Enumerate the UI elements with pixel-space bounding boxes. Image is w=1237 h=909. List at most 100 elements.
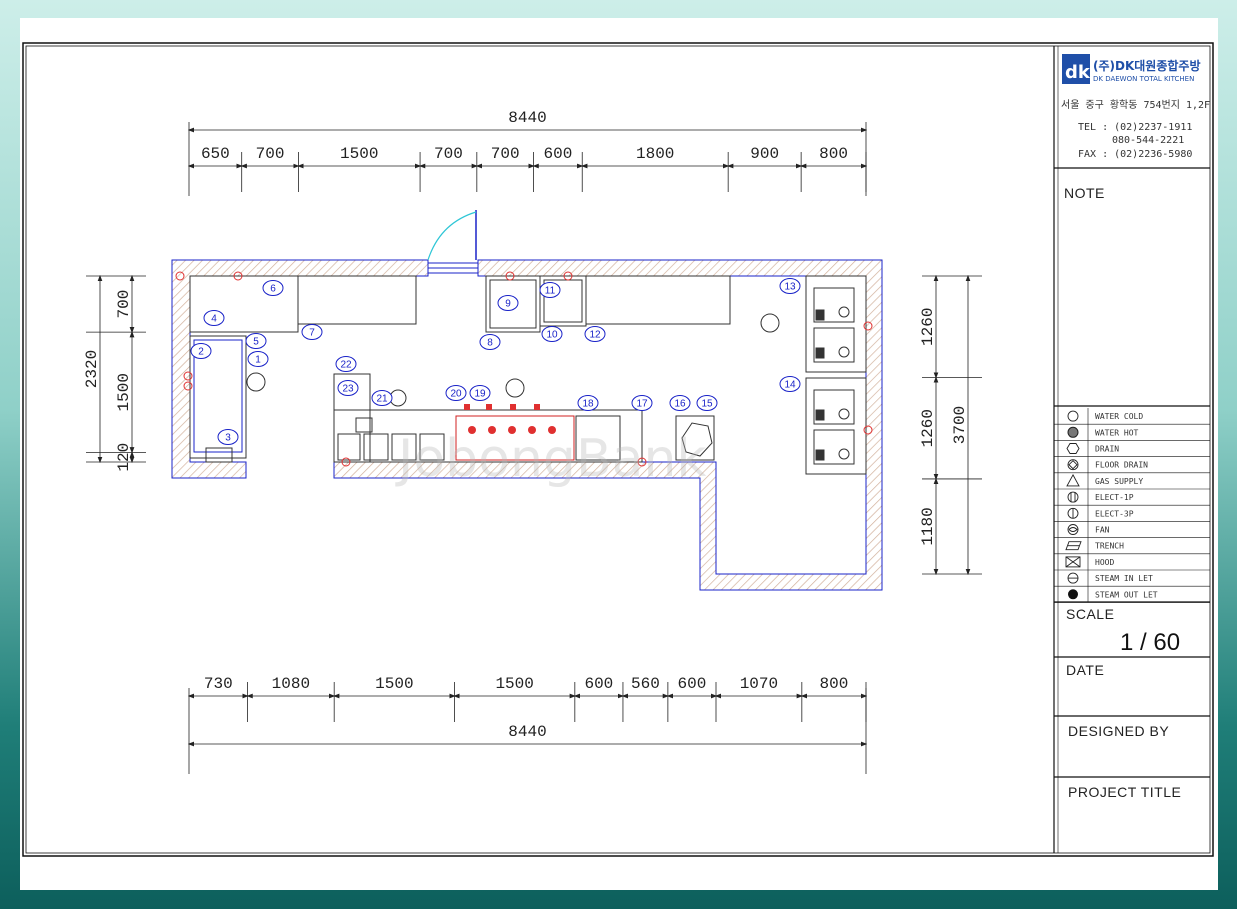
top-dimension-chain-segment: 700 <box>434 145 463 163</box>
bottom-dimension-chain-segment: 1070 <box>740 675 778 693</box>
company-fax: FAX : (02)2236-5980 <box>1078 149 1192 160</box>
fan-icon <box>1067 524 1079 535</box>
callout-20: 20 <box>445 385 467 401</box>
company-logo: dk (주)DK대원종합주방 DK DAEWON TOTAL KITCHEN <box>1062 54 1201 84</box>
legend: WATER COLD WATER HOT DRAIN FLOOR DRAIN GAS S… <box>1054 408 1210 603</box>
svg-text:6: 6 <box>270 284 276 295</box>
callout-13: 13 <box>779 278 801 294</box>
scale-label: SCALE <box>1066 606 1114 622</box>
left-dimension-chain: 700 1500 120 2320 <box>83 274 146 472</box>
callout-11: 11 <box>539 282 561 298</box>
top-dimension-chain: 650 700 1500 700 700 600 1800 900 800 8440 <box>187 109 868 196</box>
logo-mark: dk <box>1065 62 1091 83</box>
callout-4: 4 <box>203 310 225 326</box>
bottom-dimension-chain-segment: 600 <box>678 675 707 693</box>
legend-label: WATER HOT <box>1095 428 1139 437</box>
top-dimension-chain-segment: 700 <box>256 145 285 163</box>
callout-21: 21 <box>371 390 393 406</box>
stove-units <box>813 287 855 465</box>
legend-item: WATER HOT <box>1054 424 1210 441</box>
bottom-dimension-chain-segment: 730 <box>204 675 233 693</box>
svg-text:8: 8 <box>487 338 493 349</box>
legend-item: HOOD <box>1054 553 1210 571</box>
svg-text:22: 22 <box>340 360 352 371</box>
right-dimension-chain: 1260 1260 1180 3700 <box>919 274 982 576</box>
callout-23: 23 <box>337 380 359 396</box>
left-dimension-chain-segment: 1500 <box>115 373 133 411</box>
svg-text:17: 17 <box>636 399 648 410</box>
callout-22: 22 <box>335 356 357 372</box>
left-dimension-chain-segment: 120 <box>115 443 133 472</box>
callout-3: 3 <box>217 429 239 445</box>
filled-circle-icon <box>1068 589 1078 600</box>
legend-item: STEAM OUT LET <box>1054 586 1210 603</box>
circle-split-icon <box>1067 572 1079 584</box>
legend-label: ELECT-3P <box>1095 509 1134 518</box>
project-title-label: PROJECT TITLE <box>1068 784 1181 800</box>
triangle-icon <box>1066 473 1080 487</box>
right-dimension-chain-segment: 1260 <box>919 409 937 447</box>
top-dimension-chain-segment: 1800 <box>636 145 674 163</box>
left-dimension-chain-total: 2320 <box>83 350 101 388</box>
legend-label: FLOOR DRAIN <box>1095 461 1148 470</box>
legend-item: ELECT-3P <box>1054 505 1210 522</box>
callout-16: 16 <box>669 395 691 411</box>
callout-7: 7 <box>301 324 323 340</box>
company-tel2: 080-544-2221 <box>1112 135 1184 146</box>
legend-item: STEAM IN LET <box>1054 570 1210 587</box>
legend-label: WATER COLD <box>1095 412 1143 421</box>
top-dimension-chain-segment: 600 <box>543 145 572 163</box>
top-dimension-chain-segment: 650 <box>201 145 230 163</box>
legend-label: FAN <box>1095 526 1110 535</box>
legend-item: TRENCH <box>1054 537 1210 555</box>
svg-text:20: 20 <box>450 389 462 400</box>
legend-label: HOOD <box>1095 558 1114 567</box>
legend-label: STEAM OUT LET <box>1095 590 1158 599</box>
svg-text:4: 4 <box>211 314 217 325</box>
callout-10: 10 <box>541 326 563 342</box>
item-callouts: 1234567891011121314151617181920212223 <box>190 278 801 445</box>
company-name-kr: (주)DK대원종합주방 <box>1093 58 1201 73</box>
svg-text:2: 2 <box>198 347 204 358</box>
bottom-dimension-chain-segment: 1080 <box>272 675 310 693</box>
top-dimension-chain-segment: 900 <box>750 145 779 163</box>
legend-item: FAN <box>1054 521 1210 538</box>
hexagon-icon <box>1066 443 1080 454</box>
svg-text:14: 14 <box>784 380 796 391</box>
legend-item: WATER COLD <box>1054 408 1210 425</box>
svg-text:13: 13 <box>784 282 796 293</box>
right-dimension-chain-total: 3700 <box>951 406 969 444</box>
callout-19: 19 <box>469 385 491 401</box>
svg-text:15: 15 <box>701 399 713 410</box>
svg-text:9: 9 <box>505 299 511 310</box>
legend-label: DRAIN <box>1095 445 1119 454</box>
svg-text:18: 18 <box>582 399 594 410</box>
legend-label: ELECT-1P <box>1095 493 1134 502</box>
bottom-dimension-chain-segment: 800 <box>820 675 849 693</box>
svg-text:16: 16 <box>674 399 686 410</box>
callout-6: 6 <box>262 280 284 296</box>
svg-text:12: 12 <box>589 330 601 341</box>
date-label: DATE <box>1066 662 1104 678</box>
legend-label: TRENCH <box>1095 542 1124 551</box>
circle-bars-icon <box>1067 491 1079 503</box>
bottom-dimension-chain: 730 1080 1500 1500 600 560 600 1070 800 8440 <box>187 675 868 774</box>
x-box-icon <box>1065 556 1081 568</box>
svg-text:19: 19 <box>474 389 486 400</box>
company-tel: TEL : (02)2237-1911 <box>1078 122 1192 133</box>
callout-15: 15 <box>696 395 718 411</box>
legend-item: DRAIN <box>1054 440 1210 457</box>
company-name-en: DK DAEWON TOTAL KITCHEN <box>1093 75 1194 83</box>
callout-17: 17 <box>631 395 653 411</box>
legend-label: GAS SUPPLY <box>1095 477 1143 486</box>
top-dimension-chain-segment: 800 <box>819 145 848 163</box>
top-dimension-chain-segment: 700 <box>491 145 520 163</box>
right-dimension-chain-segment: 1180 <box>919 507 937 545</box>
trench-icon <box>1065 541 1082 551</box>
designed-by-label: DESIGNED BY <box>1068 723 1169 739</box>
callout-18: 18 <box>577 395 599 411</box>
callout-8: 8 <box>479 334 501 350</box>
note-label: NOTE <box>1064 185 1105 201</box>
bottom-dimension-chain-segment: 1500 <box>375 675 413 693</box>
svg-text:3: 3 <box>225 433 231 444</box>
